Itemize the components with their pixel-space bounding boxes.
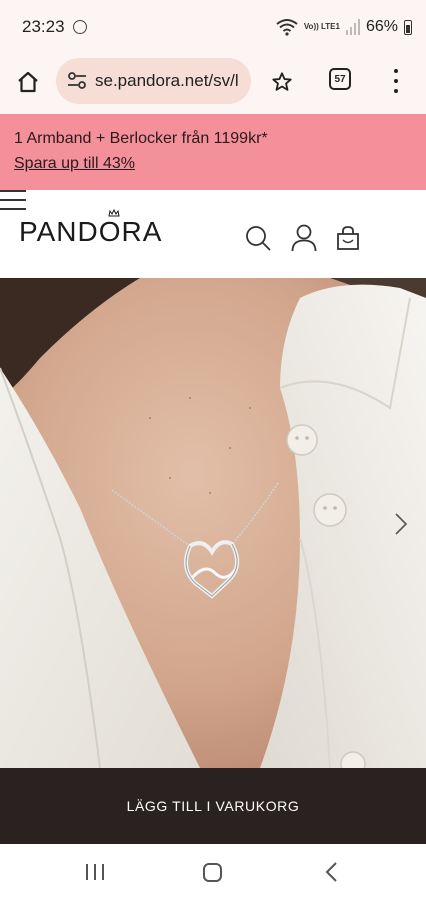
signal-icon [345,19,360,35]
tab-switcher-button[interactable]: 57 [329,68,351,90]
home-icon [18,71,38,93]
recents-line [102,864,104,880]
promo-text: 1 Armband + Berlocker från 1199kr* [14,130,268,147]
hamburger-menu-icon[interactable] [0,190,26,210]
product-image[interactable] [0,278,426,768]
status-bar: 23:23 Vo)) LTE1 66% [0,0,426,54]
home-button[interactable] [12,66,44,98]
shopping-bag-icon[interactable] [334,224,362,252]
search-icon[interactable] [244,224,272,252]
address-bar[interactable]: se.pandora.net/sv/l [56,58,251,104]
more-menu-button[interactable] [386,66,406,96]
wifi-icon [276,19,298,36]
home-nav-icon[interactable] [203,863,222,882]
promo-banner: 1 Armband + Berlocker från 1199kr* Spara… [0,114,426,190]
bookmark-button[interactable] [266,66,298,98]
vw-icon [73,20,87,34]
recents-line [86,864,88,880]
battery-icon [404,19,412,35]
network-label: Vo)) LTE1 [303,22,340,31]
battery-percent: 66% [365,18,398,35]
chevron-right-icon[interactable] [394,512,408,536]
promo-link[interactable]: Spara up till 43% [14,155,135,173]
menu-line [0,190,26,192]
account-icon[interactable] [290,224,318,252]
url-text: se.pandora.net/sv/l [95,71,239,90]
pandora-logo[interactable]: PANDORA [19,216,162,248]
add-to-cart-button[interactable]: LÄGG TILL I VARUKORG [0,768,426,844]
back-icon[interactable] [324,861,340,883]
add-to-cart-label: LÄGG TILL I VARUKORG [126,798,300,814]
system-nav-bar [0,844,426,900]
necklace-photo [0,278,426,768]
site-settings-icon[interactable] [67,72,87,90]
site-header: PANDORA [0,190,426,278]
dot [394,69,398,73]
status-indicators: Vo)) LTE1 66% [276,14,412,40]
browser-toolbar: se.pandora.net/sv/l 57 [0,54,426,114]
dot [394,89,398,93]
menu-line [0,199,26,201]
status-time: 23:23 [22,17,65,36]
menu-line [0,208,26,210]
recents-icon[interactable] [86,864,104,880]
dot [394,79,398,83]
star-icon [272,72,292,91]
recents-line [94,864,96,880]
